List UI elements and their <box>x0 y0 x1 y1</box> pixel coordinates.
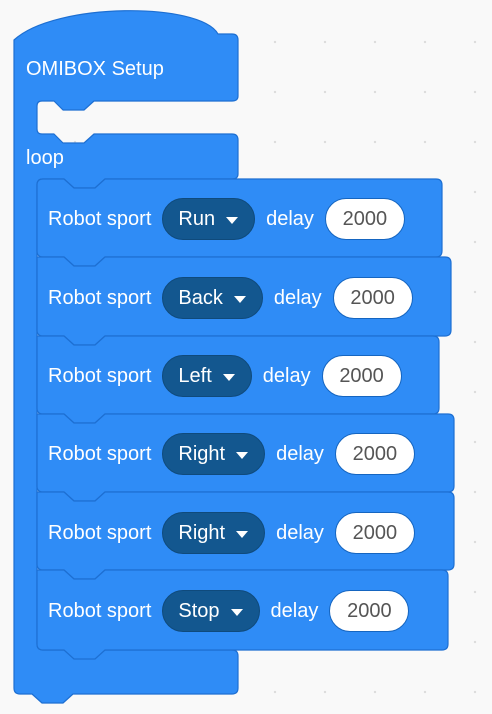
robot-sport-label: Robot sport <box>48 207 152 230</box>
blocks-workspace[interactable]: OMIBOX Setup loop Robot sport Run delay … <box>0 0 492 714</box>
delay-input-1[interactable]: 2000 <box>324 198 405 240</box>
robot-sport-row-4: Robot sport Right delay 2000 <box>48 430 415 478</box>
direction-value: Back <box>178 286 223 309</box>
direction-dropdown-3[interactable]: Left <box>162 355 252 397</box>
delay-label: delay <box>276 521 324 544</box>
delay-label: delay <box>273 286 322 309</box>
delay-input-3[interactable]: 2000 <box>321 355 402 397</box>
robot-sport-row-1: Robot sport Run delay 2000 <box>48 195 405 243</box>
delay-input-6[interactable]: 2000 <box>329 590 410 632</box>
direction-dropdown-6[interactable]: Stop <box>162 590 260 632</box>
direction-value: Left <box>178 364 212 387</box>
robot-sport-row-6: Robot sport Stop delay 2000 <box>48 587 410 635</box>
delay-label: delay <box>276 442 324 465</box>
delay-label: delay <box>266 207 314 230</box>
caret-down-icon <box>233 295 246 303</box>
caret-down-icon <box>226 216 239 224</box>
direction-dropdown-5[interactable]: Right <box>162 512 266 554</box>
loop-block-title: loop <box>26 147 64 169</box>
caret-down-icon <box>230 608 243 616</box>
direction-dropdown-4[interactable]: Right <box>162 433 266 475</box>
robot-sport-row-2: Robot sport Back delay 2000 <box>48 274 413 322</box>
direction-value: Right <box>178 521 226 544</box>
robot-sport-label: Robot sport <box>48 286 152 309</box>
robot-sport-row-5: Robot sport Right delay 2000 <box>48 509 415 557</box>
direction-value: Right <box>178 442 226 465</box>
direction-value: Stop <box>178 599 220 622</box>
delay-input-4[interactable]: 2000 <box>334 433 415 475</box>
robot-sport-label: Robot sport <box>48 521 152 544</box>
caret-down-icon <box>222 373 235 381</box>
caret-down-icon <box>236 530 249 538</box>
robot-sport-row-3: Robot sport Left delay 2000 <box>48 352 402 400</box>
delay-label: delay <box>262 364 311 387</box>
direction-dropdown-1[interactable]: Run <box>162 198 256 240</box>
robot-sport-label: Robot sport <box>48 442 152 465</box>
delay-input-2[interactable]: 2000 <box>332 277 413 319</box>
delay-label: delay <box>270 599 319 622</box>
setup-block-title: OMIBOX Setup <box>26 58 164 80</box>
delay-input-5[interactable]: 2000 <box>334 512 415 554</box>
caret-down-icon <box>236 451 249 459</box>
direction-value: Run <box>178 207 216 230</box>
direction-dropdown-2[interactable]: Back <box>162 277 263 319</box>
robot-sport-label: Robot sport <box>48 599 152 622</box>
robot-sport-label: Robot sport <box>48 364 152 387</box>
